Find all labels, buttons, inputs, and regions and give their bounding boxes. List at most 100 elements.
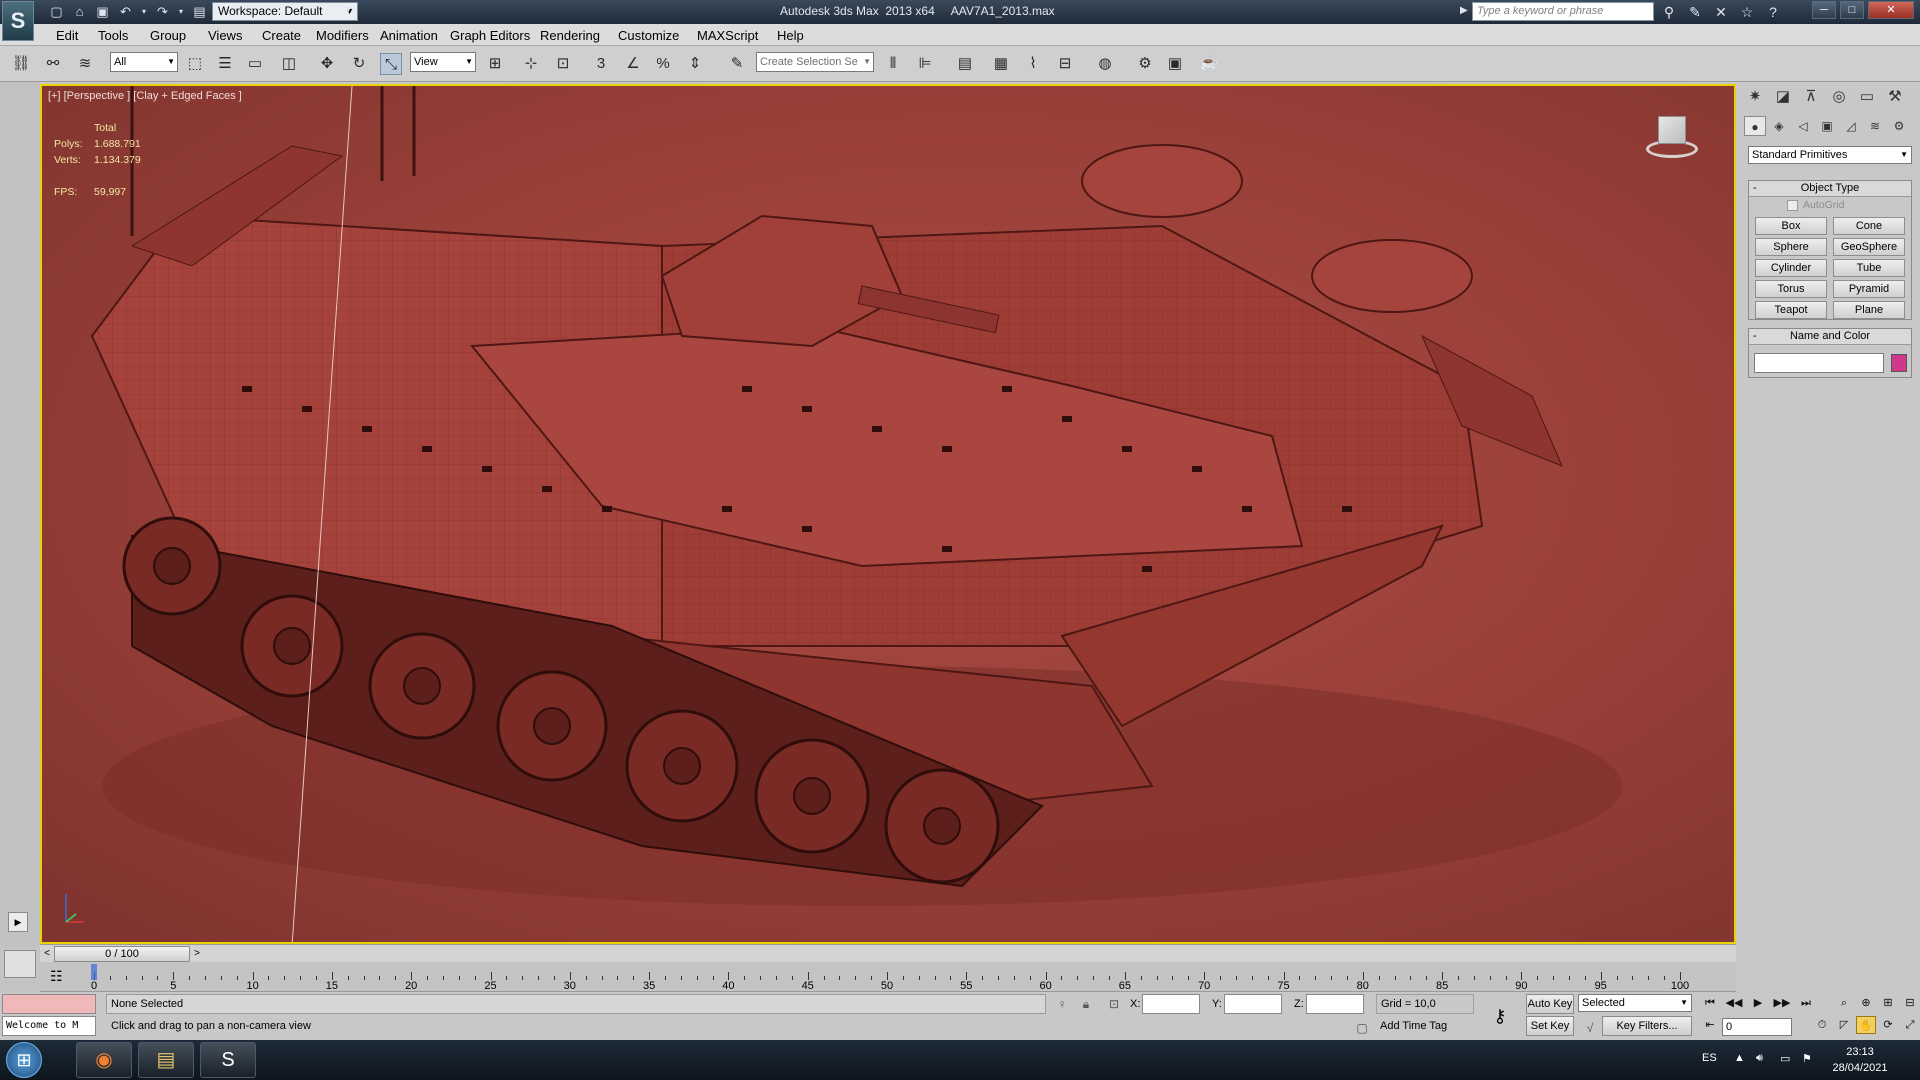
- key-selection-dropdown[interactable]: Selected ▼: [1578, 994, 1692, 1012]
- action-center-flag-icon[interactable]: ⚑: [1802, 1052, 1812, 1065]
- previous-key-icon[interactable]: ◀◀: [1724, 994, 1744, 1012]
- key-filters-button[interactable]: Key Filters...: [1602, 1016, 1692, 1036]
- explorer-taskbar-button[interactable]: ▤: [138, 1042, 194, 1078]
- menu-maxscript[interactable]: MAXScript: [697, 28, 758, 43]
- pan-view-icon[interactable]: ✋: [1856, 1016, 1876, 1034]
- maximize-button[interactable]: □: [1840, 1, 1864, 19]
- 3dsmax-taskbar-button[interactable]: S: [200, 1042, 256, 1078]
- menu-edit[interactable]: Edit: [56, 28, 78, 43]
- geosphere-button[interactable]: GeoSphere: [1833, 238, 1905, 256]
- start-button[interactable]: ⊞: [6, 1042, 42, 1078]
- cone-button[interactable]: Cone: [1833, 217, 1905, 235]
- x-coordinate-field[interactable]: [1142, 994, 1200, 1014]
- undo-icon[interactable]: ↶: [117, 3, 134, 20]
- orbit-icon[interactable]: ⟳: [1878, 1016, 1898, 1034]
- torus-button[interactable]: Torus: [1755, 280, 1827, 298]
- auto-key-button[interactable]: Auto Key: [1526, 994, 1574, 1014]
- default-tangent-icon[interactable]: √: [1582, 1020, 1598, 1036]
- select-object-icon[interactable]: ⬚: [184, 53, 206, 75]
- undo-dropdown-icon[interactable]: ▾: [140, 3, 148, 20]
- redo-dropdown-icon[interactable]: ▾: [177, 3, 185, 20]
- hierarchy-tab-icon[interactable]: ⊼: [1800, 86, 1822, 108]
- select-and-move-icon[interactable]: ✥: [316, 53, 338, 75]
- selection-filter-dropdown[interactable]: All ▼: [110, 52, 178, 72]
- create-tab-icon[interactable]: ✷: [1744, 86, 1766, 108]
- absolute-mode-icon[interactable]: ⊡: [1106, 996, 1122, 1012]
- rectangular-selection-icon[interactable]: ▭: [244, 53, 266, 75]
- mini-curve-editor-toggle[interactable]: [4, 950, 36, 978]
- tube-button[interactable]: Tube: [1833, 259, 1905, 277]
- schematic-view-icon[interactable]: ⊟: [1054, 53, 1076, 75]
- current-frame-field[interactable]: 0: [1722, 1018, 1792, 1036]
- selection-lock-icon[interactable]: 🔒︎: [1078, 996, 1094, 1012]
- shapes-category-icon[interactable]: ◈: [1768, 116, 1790, 136]
- workspace-expand-icon[interactable]: ▾: [346, 4, 351, 15]
- modify-tab-icon[interactable]: ◪: [1772, 86, 1794, 108]
- save-file-icon[interactable]: ▣: [94, 3, 111, 20]
- box-button[interactable]: Box: [1755, 217, 1827, 235]
- favorites-star-icon[interactable]: ☆: [1738, 3, 1756, 21]
- language-indicator[interactable]: ES: [1702, 1052, 1717, 1064]
- angle-snap-icon[interactable]: ∠: [622, 53, 644, 75]
- spinner-snap-icon[interactable]: ⇕: [684, 53, 706, 75]
- viewcube[interactable]: [1646, 116, 1698, 160]
- align-icon[interactable]: ⊫: [914, 53, 936, 75]
- show-hidden-icons-icon[interactable]: ▲: [1734, 1052, 1745, 1064]
- isolate-selection-icon[interactable]: ♀: [1054, 996, 1070, 1012]
- maxscript-output[interactable]: Welcome to M: [2, 1016, 96, 1036]
- select-and-link-icon[interactable]: ⛓: [10, 53, 32, 75]
- snaps-toggle-icon[interactable]: 3: [590, 53, 612, 75]
- firefox-taskbar-button[interactable]: ◉: [76, 1042, 132, 1078]
- menu-rendering[interactable]: Rendering: [540, 28, 600, 43]
- go-to-start-icon[interactable]: ⏮: [1700, 994, 1720, 1012]
- viewcube-box-icon[interactable]: [1658, 116, 1686, 144]
- lights-category-icon[interactable]: ◁: [1792, 116, 1814, 136]
- layer-manager-icon[interactable]: ▤: [954, 53, 976, 75]
- render-setup-icon[interactable]: ⚙: [1134, 53, 1156, 75]
- menu-group[interactable]: Group: [150, 28, 186, 43]
- y-coordinate-field[interactable]: [1224, 994, 1282, 1014]
- binoculars-icon[interactable]: ⚲: [1660, 3, 1678, 21]
- keyboard-shortcut-override-icon[interactable]: ⊡: [552, 53, 574, 75]
- open-file-icon[interactable]: ⌂: [71, 3, 88, 20]
- key-mode-toggle-icon[interactable]: ⇤: [1700, 1016, 1720, 1034]
- field-of-view-icon[interactable]: ◸: [1834, 1016, 1854, 1034]
- menu-help[interactable]: Help: [777, 28, 804, 43]
- network-icon[interactable]: ▭: [1780, 1052, 1790, 1065]
- redo-icon[interactable]: ↷: [154, 3, 171, 20]
- motion-tab-icon[interactable]: ◎: [1828, 86, 1850, 108]
- select-and-rotate-icon[interactable]: ↻: [348, 53, 370, 75]
- time-configuration-icon[interactable]: ⏱: [1812, 1016, 1832, 1034]
- cameras-category-icon[interactable]: ▣: [1816, 116, 1838, 136]
- display-tab-icon[interactable]: ▭: [1856, 86, 1878, 108]
- zoom-all-icon[interactable]: ⊕: [1856, 994, 1876, 1012]
- workspace-dropdown[interactable]: Workspace: Default ▼: [212, 2, 358, 21]
- pyramid-button[interactable]: Pyramid: [1833, 280, 1905, 298]
- open-mini-curve-editor-icon[interactable]: ☷: [50, 968, 63, 985]
- select-manipulate-icon[interactable]: ⊹: [520, 53, 542, 75]
- viewport-label[interactable]: [+] [Perspective ] [Clay + Edged Faces ]: [48, 90, 242, 102]
- object-name-field[interactable]: [1754, 353, 1884, 373]
- object-type-header[interactable]: - Object Type: [1749, 181, 1911, 197]
- cylinder-button[interactable]: Cylinder: [1755, 259, 1827, 277]
- sphere-button[interactable]: Sphere: [1755, 238, 1827, 256]
- zoom-icon[interactable]: ⌕: [1834, 994, 1854, 1012]
- mirror-icon[interactable]: ⫴: [882, 53, 904, 75]
- help-icon[interactable]: ?: [1764, 3, 1782, 21]
- percent-snap-icon[interactable]: %: [652, 53, 674, 75]
- window-crossing-icon[interactable]: ◫: [278, 53, 300, 75]
- play-icon[interactable]: ▶: [1748, 994, 1768, 1012]
- geometry-category-icon[interactable]: ●: [1744, 116, 1766, 136]
- object-color-swatch[interactable]: [1891, 354, 1907, 372]
- project-folder-icon[interactable]: ▤: [191, 3, 208, 20]
- maxscript-listener-input[interactable]: [2, 994, 96, 1014]
- material-editor-icon[interactable]: ◍: [1094, 53, 1116, 75]
- autogrid-checkbox[interactable]: AutoGrid: [1787, 199, 1844, 211]
- maximize-viewport-icon[interactable]: ⤢: [1900, 1016, 1920, 1034]
- zoom-extents-icon[interactable]: ⊞: [1878, 994, 1898, 1012]
- menu-graph-editors[interactable]: Graph Editors: [450, 28, 530, 43]
- space-warps-category-icon[interactable]: ≋: [1864, 116, 1886, 136]
- plane-button[interactable]: Plane: [1833, 301, 1905, 319]
- next-frame-arrow-icon[interactable]: >: [190, 946, 204, 962]
- set-key-button[interactable]: Set Key: [1526, 1016, 1574, 1036]
